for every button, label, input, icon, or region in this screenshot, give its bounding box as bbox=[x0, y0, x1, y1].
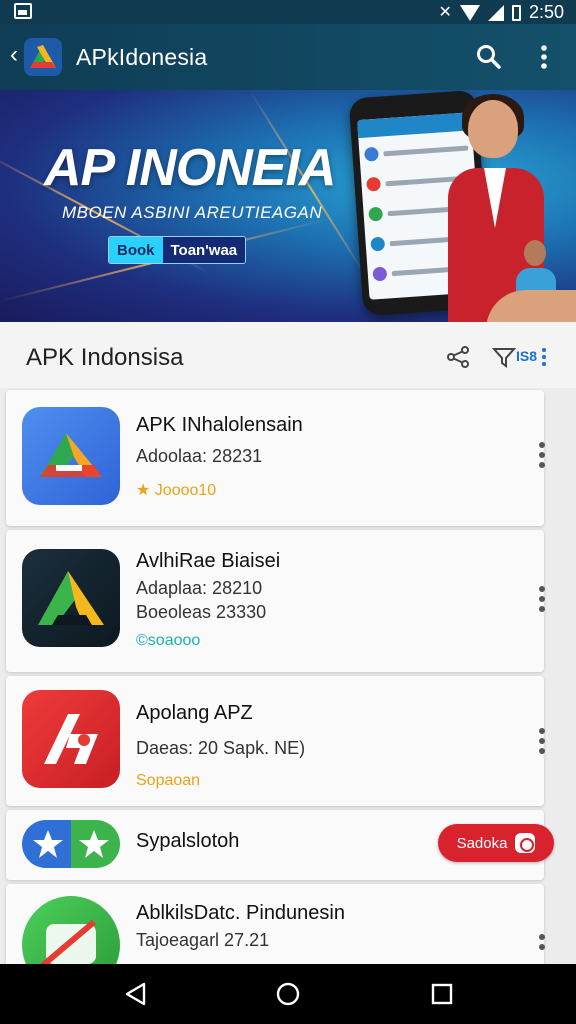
status-bar: ✕ 2:50 bbox=[0, 0, 576, 24]
clock: 2:50 bbox=[528, 2, 564, 22]
app-rating: ★ Joooo10 bbox=[136, 482, 217, 499]
banner-cta-button[interactable]: Book Toan'waa bbox=[108, 236, 247, 264]
app-downloads: Adoolaa: 28231 bbox=[136, 446, 263, 466]
more-vert-icon[interactable] bbox=[536, 934, 548, 960]
wifi-icon bbox=[459, 4, 480, 21]
promo-banner[interactable]: AP INONEIA MBOEN ASBINI AREUTIEAGAN Book… bbox=[0, 90, 576, 322]
filter-icon[interactable] bbox=[491, 346, 517, 368]
search-icon[interactable] bbox=[476, 44, 502, 70]
filter-badge: IS8 bbox=[516, 348, 538, 364]
battery-icon bbox=[511, 4, 521, 21]
app-logo bbox=[24, 38, 62, 76]
section-header: APK Indonsisa IS8 bbox=[0, 322, 576, 388]
gallery-icon bbox=[14, 3, 32, 19]
banner-cta-left: Book bbox=[109, 237, 163, 263]
more-vert-icon[interactable] bbox=[536, 44, 552, 70]
section-title: APK Indonsisa bbox=[26, 344, 184, 371]
app-title: APkIdonesia bbox=[76, 44, 208, 70]
install-icon bbox=[515, 833, 536, 853]
more-vert-icon[interactable] bbox=[536, 442, 548, 468]
app-details: Tajoeagarl 27.21 bbox=[136, 930, 270, 950]
app-name: AvlhiRae Biaisei bbox=[136, 550, 281, 572]
more-vert-icon[interactable] bbox=[536, 728, 548, 754]
list-item[interactable]: APK INhalolensain Adoolaa: 28231 ★ Joooo… bbox=[6, 390, 545, 526]
status-icons: ✕ 2:50 bbox=[439, 2, 564, 23]
signal-icon bbox=[487, 4, 504, 21]
mute-icon: ✕ bbox=[438, 3, 452, 21]
list-item[interactable]: Apolang APZ Daeas: 20 Sapk. NE) Sopaoan bbox=[6, 676, 545, 806]
banner-cta-right: Toan'waa bbox=[162, 237, 246, 263]
banner-subline: MBOEN ASBINI AREUTIEAGAN bbox=[62, 203, 323, 222]
list-item[interactable]: AblkilsDatc. Pindunesin Tajoeagarl 27.21 bbox=[6, 884, 545, 994]
app-details: Daeas: 20 Sapk. NE) bbox=[136, 738, 306, 758]
more-icon[interactable] bbox=[540, 346, 564, 368]
app-rating: ©soaooo bbox=[136, 632, 201, 649]
navigation-bar bbox=[0, 964, 576, 1024]
more-vert-icon[interactable] bbox=[536, 586, 548, 612]
install-button[interactable]: Sadoka bbox=[438, 824, 554, 862]
app-downloads: Adaplaa: 28210 bbox=[136, 578, 263, 598]
app-name: APK INhalolensain bbox=[136, 414, 303, 436]
app-version: Boeoleas 23330 bbox=[136, 602, 267, 622]
banner-headline: AP INONEIA bbox=[44, 139, 336, 197]
home-circle-icon[interactable] bbox=[276, 982, 300, 1011]
drive-app-icon bbox=[22, 407, 120, 505]
recents-square-icon[interactable] bbox=[430, 982, 454, 1011]
share-icon[interactable] bbox=[446, 346, 470, 368]
star-toggle-icon bbox=[22, 820, 120, 868]
app-name: AblkilsDatc. Pindunesin bbox=[136, 902, 345, 924]
back-icon[interactable]: ‹ bbox=[10, 43, 18, 67]
install-button-label: Sadoka bbox=[456, 834, 508, 852]
app-name: Sypalslotoh bbox=[136, 830, 240, 852]
app-name: Apolang APZ bbox=[136, 702, 253, 724]
app-rating: Sopaoan bbox=[136, 772, 201, 789]
drive-app-icon bbox=[22, 549, 120, 647]
app-bar: ‹ APkIdonesia bbox=[0, 24, 576, 90]
list-item[interactable]: AvlhiRae Biaisei Adaplaa: 28210 Boeoleas… bbox=[6, 530, 545, 672]
red-app-icon bbox=[22, 690, 120, 788]
back-triangle-icon[interactable] bbox=[124, 982, 148, 1011]
